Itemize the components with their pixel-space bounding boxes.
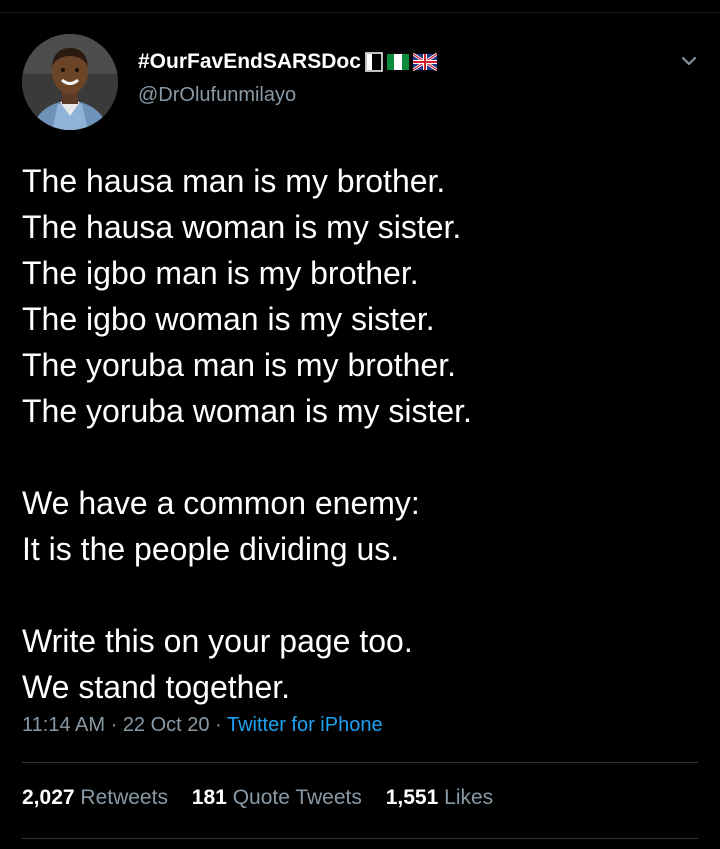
display-name-row[interactable]: #OurFavEndSARSDoc [138, 50, 437, 74]
tweet-stats: 2,027 Retweets 181 Quote Tweets 1,551 Li… [22, 786, 511, 810]
likes-stat[interactable]: 1,551 Likes [386, 786, 493, 809]
meta-separator: · [209, 714, 227, 736]
tweet-line: The yoruba woman is my sister. [22, 393, 472, 429]
tweet-line: Write this on your page too. [22, 623, 413, 659]
retweets-label: Retweets [80, 786, 168, 809]
retweets-stat[interactable]: 2,027 Retweets [22, 786, 168, 809]
likes-label: Likes [444, 786, 494, 809]
tweet-line: The hausa man is my brother. [22, 163, 446, 199]
user-meta: #OurFavEndSARSDoc @DrOlufunmilayo [138, 50, 437, 107]
top-divider [0, 12, 720, 13]
tweet-header: #OurFavEndSARSDoc @DrOlufunmilayo [22, 34, 702, 130]
display-name[interactable]: #OurFavEndSARSDoc [138, 50, 361, 74]
chevron-down-icon[interactable] [680, 52, 698, 70]
quote-tweets-count: 181 [191, 786, 227, 809]
tweet-line: The igbo man is my brother. [22, 255, 419, 291]
avatar[interactable] [22, 34, 118, 130]
retweets-count: 2,027 [22, 786, 75, 809]
tweet-line: The yoruba man is my brother. [22, 347, 456, 383]
tweet-line: The igbo woman is my sister. [22, 301, 435, 337]
nigeria-flag-icon [365, 52, 383, 72]
nigeria-flag-icon [386, 54, 409, 70]
tweet-time[interactable]: 11:14 AM [22, 714, 105, 736]
tweet-line: It is the people dividing us. [22, 531, 400, 567]
tweet-meta: 11:14 AM · 22 Oct 20 · Twitter for iPhon… [22, 714, 702, 737]
tweet-date[interactable]: 22 Oct 20 [123, 714, 210, 736]
uk-flag-icon [412, 53, 437, 71]
tweet-source-link[interactable]: Twitter for iPhone [227, 714, 383, 736]
user-handle[interactable]: @DrOlufunmilayo [138, 84, 437, 107]
tweet-text: The hausa man is my brother. The hausa w… [22, 158, 702, 710]
quote-tweets-stat[interactable]: 181 Quote Tweets [192, 786, 362, 809]
tweet-line: The hausa woman is my sister. [22, 209, 462, 245]
likes-count: 1,551 [385, 786, 439, 809]
tweet-line: We stand together. [22, 669, 291, 705]
avatar-image [22, 34, 118, 130]
stats-divider-top [22, 762, 698, 763]
tweet-line: We have a common enemy: [22, 485, 420, 521]
tweet-card: #OurFavEndSARSDoc @DrOlufunmilayo The ha… [22, 34, 702, 737]
stats-divider-bottom [22, 838, 698, 839]
meta-separator: · [105, 714, 123, 736]
quote-tweets-label: Quote Tweets [232, 786, 362, 809]
